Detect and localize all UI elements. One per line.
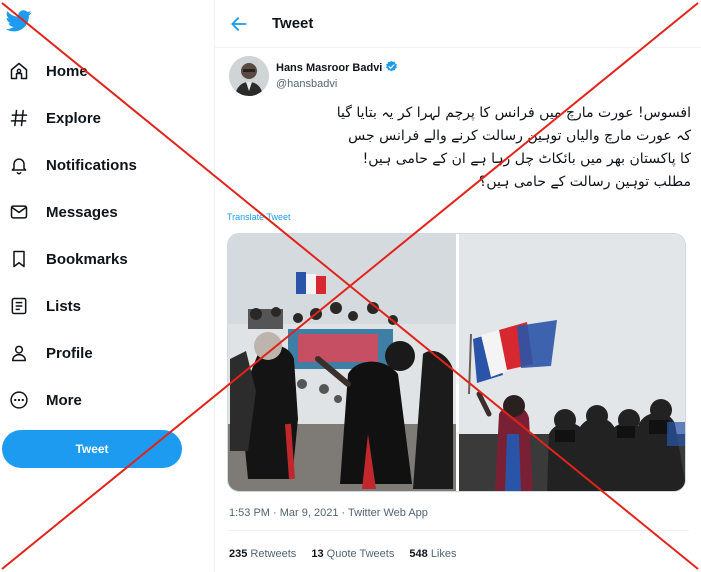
likes-stat[interactable]: 548 Likes <box>409 548 456 560</box>
tweet-media[interactable] <box>227 233 686 492</box>
tweet-text: افسوس! عورت مارچ میں فرانس کا پرچم لہرا … <box>223 102 691 194</box>
sidebar-item-profile[interactable]: Profile <box>8 338 93 368</box>
likes-label: Likes <box>430 548 457 560</box>
bookmark-icon <box>8 248 30 270</box>
sidebar: Home Explore Notifications Messages Book… <box>0 0 200 572</box>
tweet-text-line: مطلب توہین رسالت کے حامی ہیں؟ <box>478 174 691 190</box>
sidebar-item-bookmarks[interactable]: Bookmarks <box>8 244 128 274</box>
tweet-text-line: کہ عورت مارچ والیاں توہین رسالت کرنے وال… <box>348 128 691 144</box>
sidebar-item-home[interactable]: Home <box>8 56 88 86</box>
tweet-text-line: کا پاکستان بھر میں بائکاٹ چل رہا ہے ان ک… <box>362 151 691 167</box>
sidebar-item-explore[interactable]: Explore <box>8 103 101 133</box>
person-icon <box>8 342 30 364</box>
tweet-timestamp[interactable]: 1:53 PM · Mar 9, 2021 · Twitter Web App <box>229 507 428 519</box>
sidebar-item-label: Lists <box>46 297 82 315</box>
tweet-photo-right[interactable] <box>459 234 685 491</box>
tweet-stats: 235 Retweets 13 Quote Tweets 548 Likes <box>229 548 469 560</box>
author-name[interactable]: Hans Masroor Badvi <box>276 60 398 74</box>
page-header: Tweet <box>215 0 701 48</box>
quote-tweets-count: 13 <box>311 548 324 560</box>
sidebar-item-more[interactable]: More <box>8 385 82 415</box>
list-icon <box>8 295 30 317</box>
page-title: Tweet <box>272 15 314 32</box>
sidebar-item-label: More <box>46 391 82 409</box>
avatar[interactable] <box>229 56 269 96</box>
home-icon <box>8 60 30 82</box>
divider <box>227 530 689 531</box>
sidebar-item-notifications[interactable]: Notifications <box>8 150 137 180</box>
main-column: Tweet Hans Masroor Badvi @hansbadvi افسو… <box>214 0 701 572</box>
tweet-button[interactable]: Tweet <box>2 430 182 468</box>
envelope-icon <box>8 201 30 223</box>
back-arrow-icon[interactable] <box>229 14 249 34</box>
more-circle-icon <box>8 389 30 411</box>
tweet-photo-left[interactable] <box>228 234 456 491</box>
author-name-text: Hans Masroor Badvi <box>276 62 383 74</box>
twitter-bird-icon[interactable] <box>5 10 32 32</box>
hashtag-icon <box>8 107 30 129</box>
retweets-label: Retweets <box>250 548 297 560</box>
sidebar-item-label: Bookmarks <box>46 250 128 268</box>
sidebar-item-messages[interactable]: Messages <box>8 197 118 227</box>
author-handle[interactable]: @hansbadvi <box>276 78 337 90</box>
retweets-stat[interactable]: 235 Retweets <box>229 548 296 560</box>
quote-tweets-stat[interactable]: 13 Quote Tweets <box>311 548 394 560</box>
verified-badge-icon <box>385 60 398 73</box>
sidebar-item-label: Profile <box>46 344 93 362</box>
sidebar-item-label: Explore <box>46 109 102 127</box>
sidebar-item-label: Home <box>46 62 88 80</box>
tweet-text-line: افسوس! عورت مارچ میں فرانس کا پرچم لہرا … <box>336 105 691 121</box>
sidebar-item-lists[interactable]: Lists <box>8 291 81 321</box>
sidebar-item-label: Messages <box>46 203 118 221</box>
bell-icon <box>8 154 30 176</box>
quote-tweets-label: Quote Tweets <box>326 548 395 560</box>
retweets-count: 235 <box>229 548 248 560</box>
likes-count: 548 <box>409 548 428 560</box>
sidebar-item-label: Notifications <box>46 156 137 174</box>
translate-tweet-link[interactable]: Translate Tweet <box>227 212 291 222</box>
